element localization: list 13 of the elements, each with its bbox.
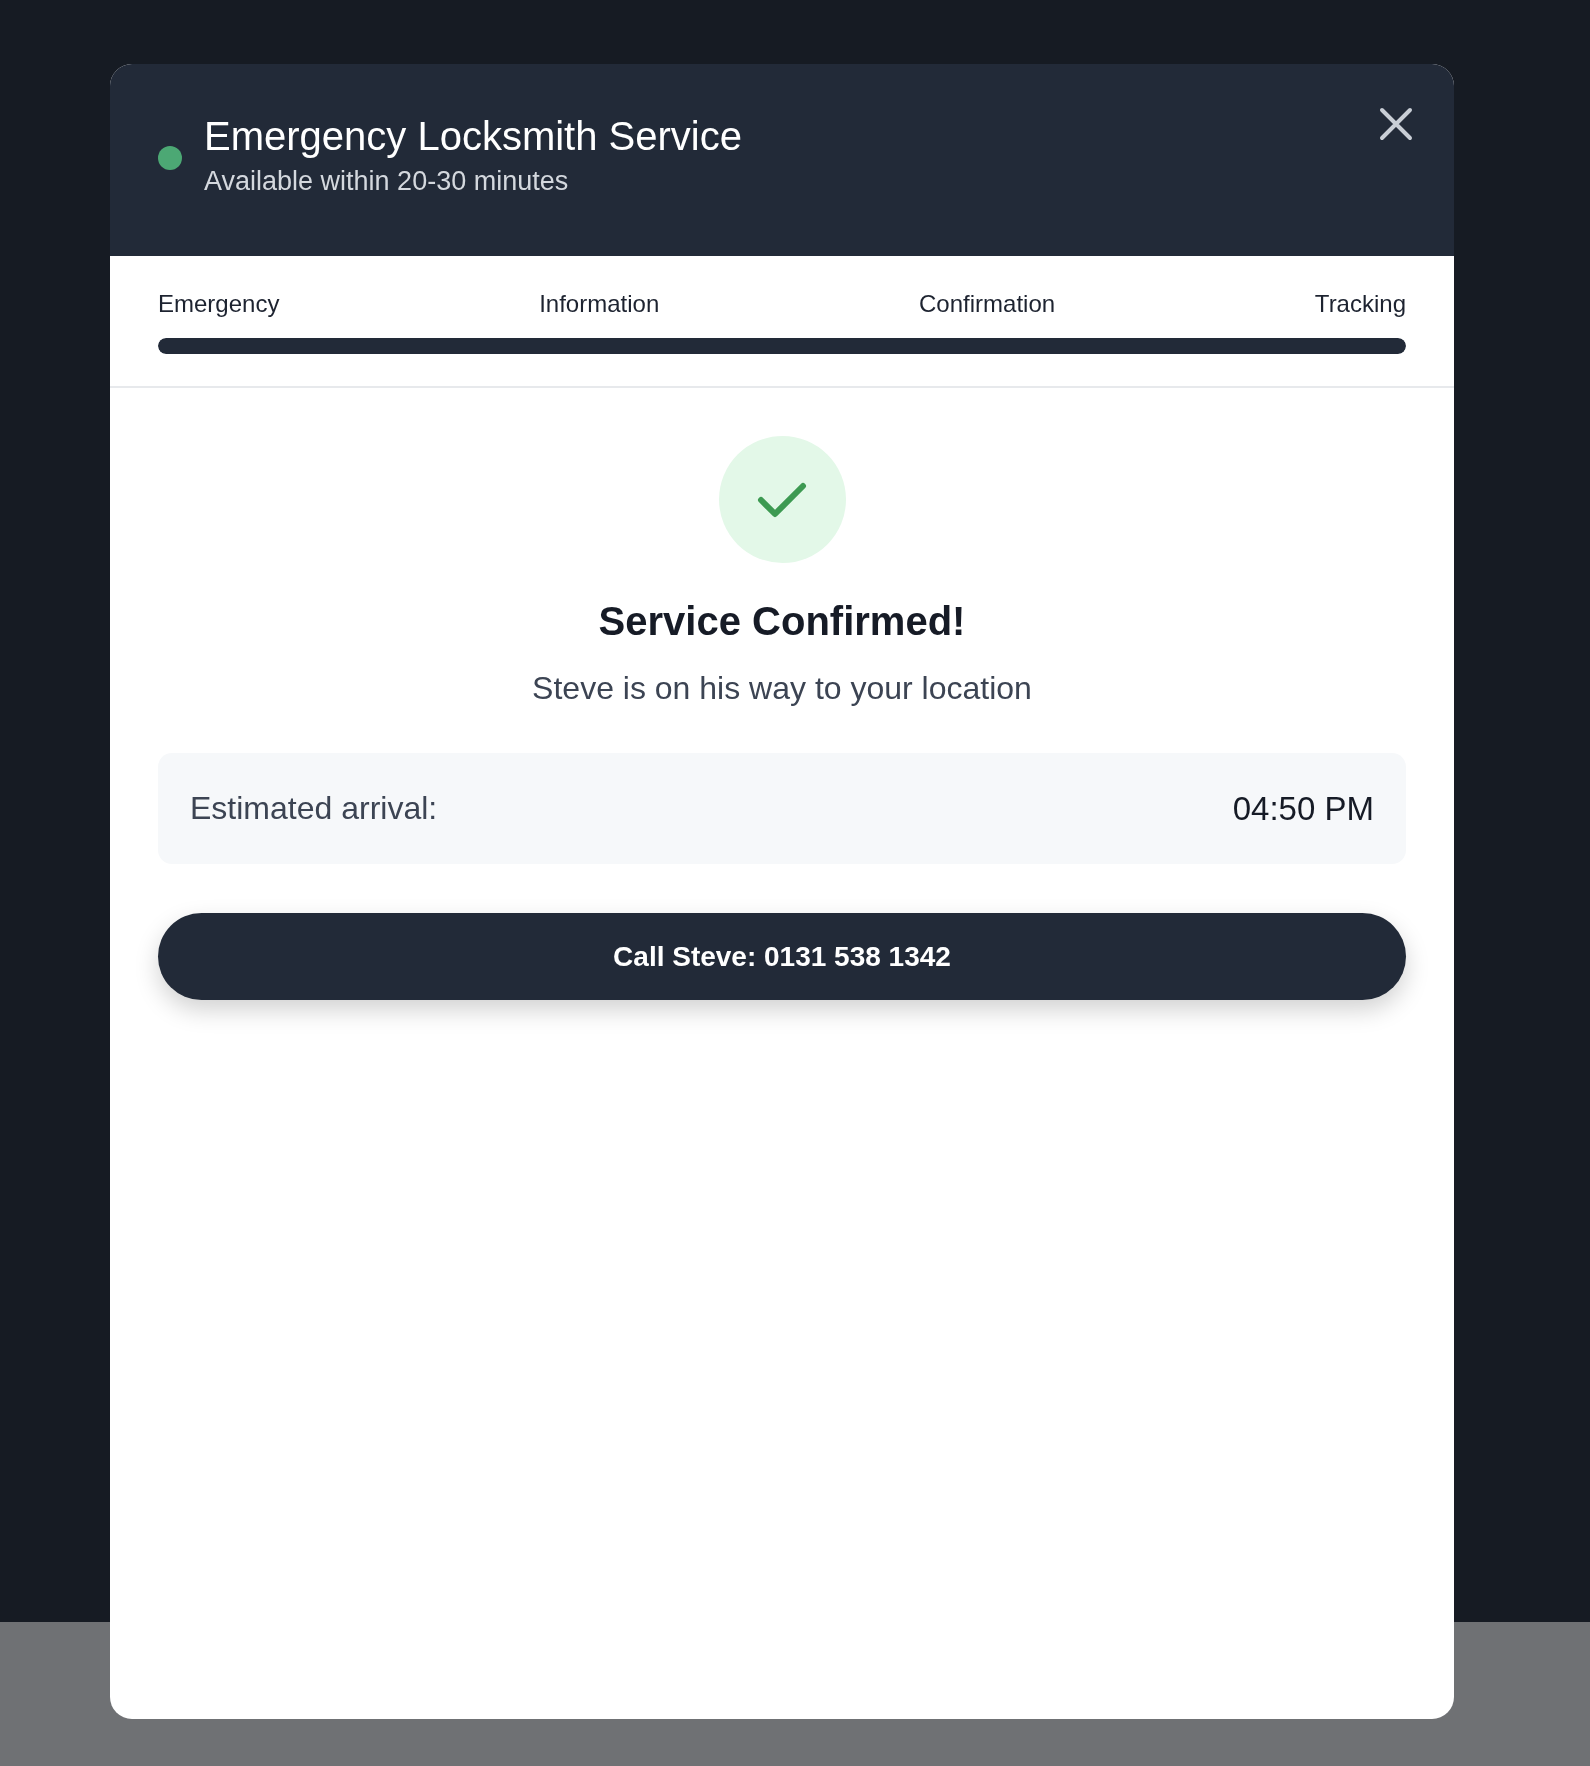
step-label: Tracking [1314, 290, 1406, 318]
service-title: Emergency Locksmith Service [204, 114, 742, 158]
confirmation-message: Steve is on his way to your location [532, 670, 1032, 707]
status-dot [158, 146, 182, 170]
step-label: Confirmation [919, 290, 1056, 318]
availability-text: Available within 20-30 minutes [204, 166, 570, 197]
confirmation-title: Service Confirmed! [598, 599, 966, 644]
check-icon [757, 480, 807, 519]
arrival-time: 04:50 PM [1232, 789, 1374, 828]
step-label: Emergency [158, 290, 280, 318]
step-label: Information [539, 290, 660, 318]
arrival-label: Estimated arrival: [190, 790, 438, 827]
call-button[interactable]: Call Steve: 0131 538 1342 [158, 913, 1406, 1000]
